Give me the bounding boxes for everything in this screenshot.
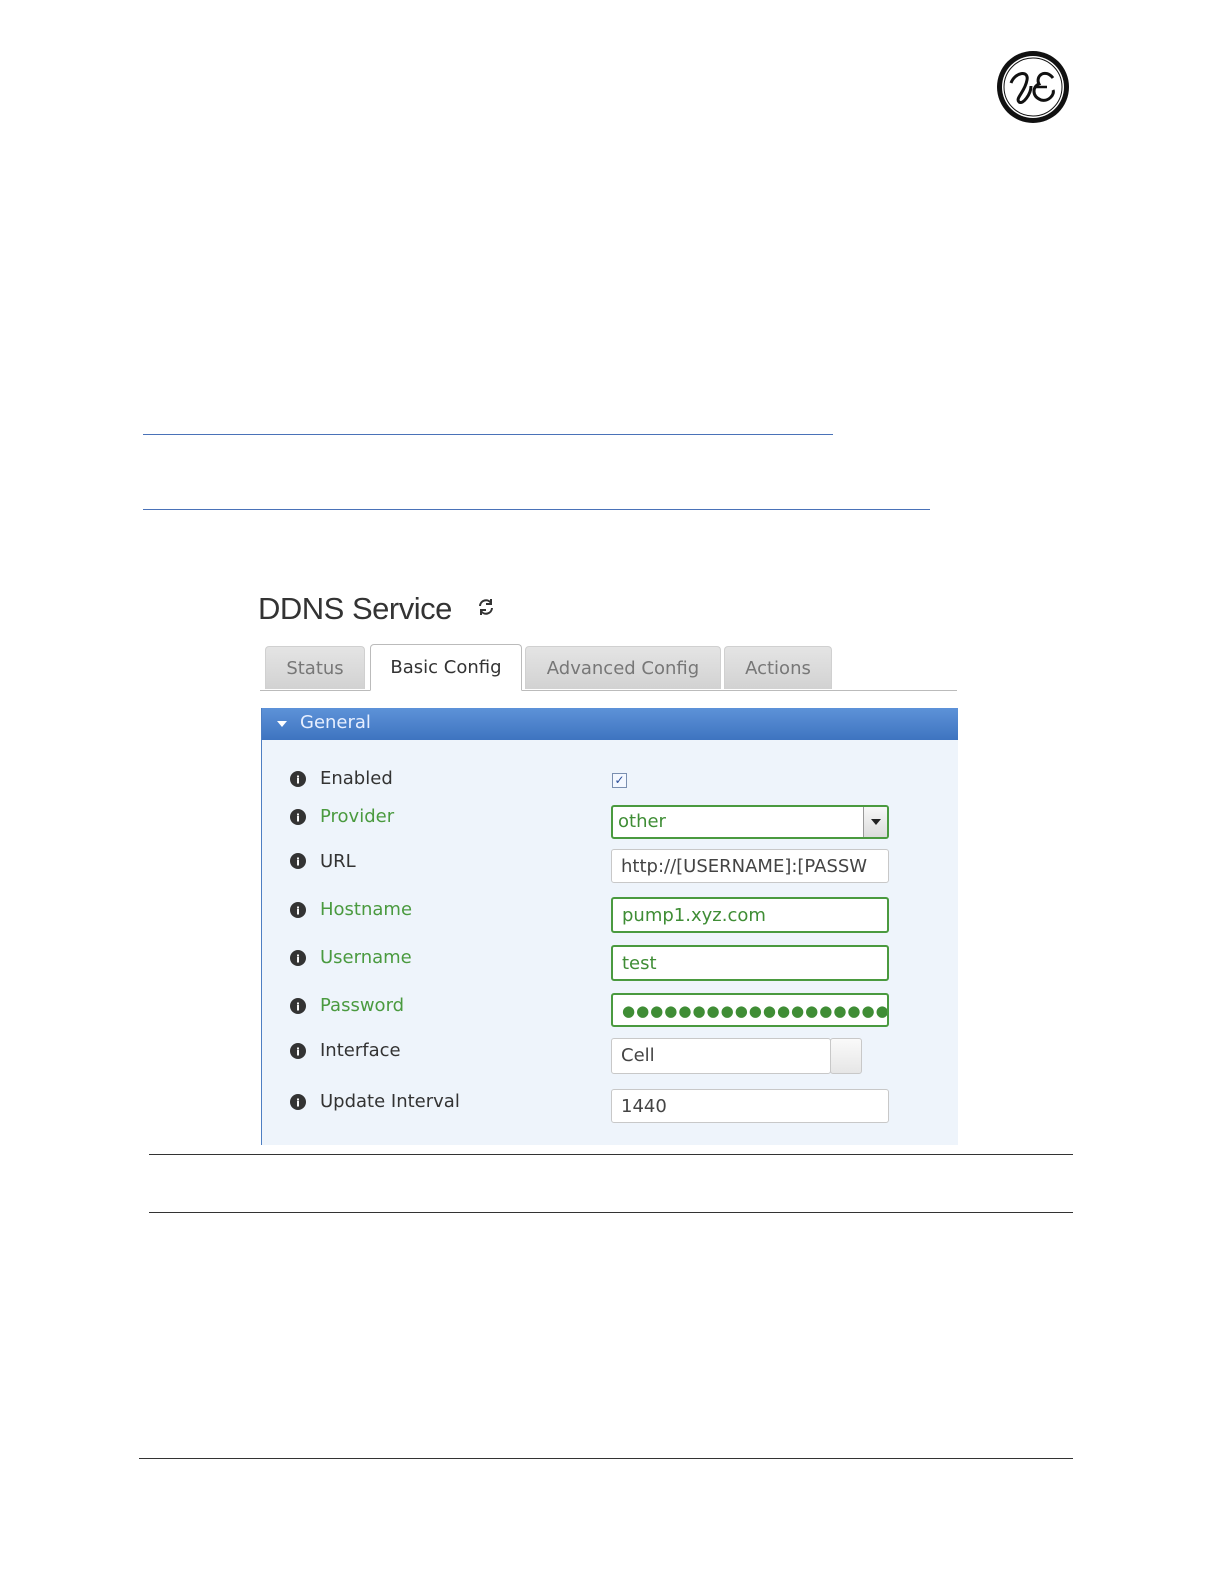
svg-text:i: i [296, 856, 300, 869]
caption-rule-top [149, 1154, 1073, 1155]
tab-label: Basic Config [390, 657, 502, 678]
caption-rule-bottom [149, 1212, 1073, 1213]
link-underline-2[interactable] [143, 509, 930, 510]
section-title: General [300, 712, 371, 733]
provider-select[interactable]: other [611, 805, 889, 839]
provider-value: other [618, 811, 666, 832]
refresh-icon[interactable] [477, 598, 495, 616]
tab-status[interactable]: Status [265, 646, 365, 689]
tab-actions[interactable]: Actions [724, 646, 832, 689]
tab-label: Status [286, 657, 344, 679]
enabled-checkbox[interactable]: ✓ [612, 773, 627, 788]
check-mark-icon: ✓ [614, 773, 625, 787]
svg-text:i: i [296, 1046, 300, 1059]
info-icon[interactable]: i [290, 902, 306, 918]
info-icon[interactable]: i [290, 853, 306, 869]
svg-text:i: i [296, 1001, 300, 1014]
tab-bar: Status Basic Config Advanced Config Acti… [260, 644, 957, 691]
general-section: General i Enabled ✓ i Provider other i U… [261, 708, 958, 1145]
section-header[interactable]: General [262, 708, 958, 740]
tab-advanced-config[interactable]: Advanced Config [525, 646, 721, 689]
svg-text:i: i [296, 812, 300, 825]
provider-label: Provider [320, 806, 395, 827]
interface-select[interactable]: Cell [611, 1038, 862, 1074]
svg-text:i: i [296, 774, 300, 787]
info-icon[interactable]: i [290, 1094, 306, 1110]
hostname-label: Hostname [320, 899, 413, 920]
link-underline-1[interactable] [143, 434, 833, 435]
svg-text:i: i [296, 1097, 300, 1110]
interface-dropdown-button[interactable] [830, 1038, 862, 1074]
interface-label: Interface [320, 1040, 401, 1061]
svg-text:i: i [296, 953, 300, 966]
url-input[interactable]: http://[USERNAME]:[PASSW [611, 849, 889, 883]
info-icon[interactable]: i [290, 950, 306, 966]
username-label: Username [320, 947, 412, 968]
hostname-input[interactable]: pump1.xyz.com [611, 897, 889, 933]
password-label: Password [320, 995, 405, 1016]
ge-logo [997, 51, 1069, 123]
footer-rule [139, 1458, 1073, 1459]
info-icon[interactable]: i [290, 771, 306, 787]
page-title: DDNS Service [258, 591, 452, 626]
update-interval-input[interactable]: 1440 [611, 1089, 889, 1123]
collapse-arrow-icon [277, 721, 287, 727]
tab-label: Advanced Config [546, 657, 700, 679]
tab-label: Actions [745, 657, 811, 679]
svg-text:i: i [296, 905, 300, 918]
info-icon[interactable]: i [290, 998, 306, 1014]
enabled-label: Enabled [320, 768, 393, 789]
update-interval-label: Update Interval [320, 1091, 460, 1112]
dropdown-arrow-icon[interactable] [863, 807, 887, 837]
info-icon[interactable]: i [290, 809, 306, 825]
tab-basic-config[interactable]: Basic Config [370, 644, 522, 691]
password-input[interactable]: ●●●●●●●●●●●●●●●●●●●●●●●●● [611, 993, 889, 1027]
info-icon[interactable]: i [290, 1043, 306, 1059]
url-label: URL [320, 851, 356, 872]
ddns-screenshot: DDNS Service Status Basic Config Advance… [256, 585, 958, 1145]
username-input[interactable]: test [611, 945, 889, 981]
interface-value: Cell [621, 1045, 655, 1066]
